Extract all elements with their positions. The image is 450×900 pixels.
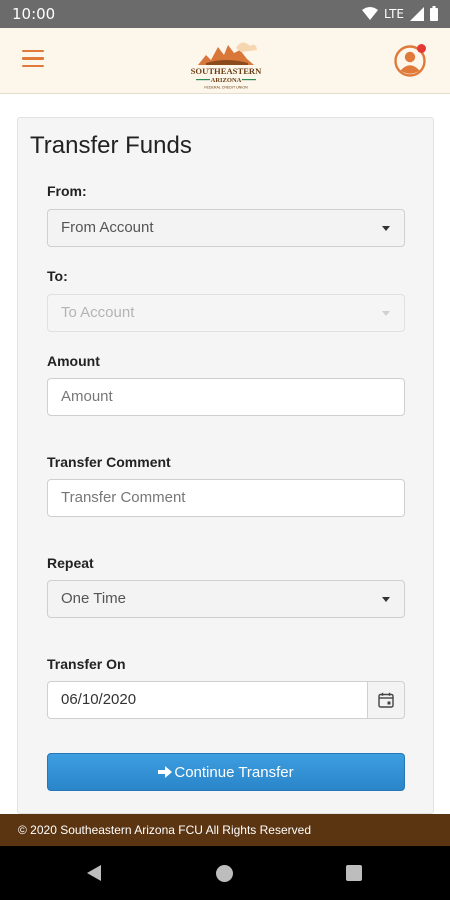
- caret-down-icon: [382, 226, 390, 231]
- continue-transfer-button[interactable]: Continue Transfer: [47, 753, 405, 791]
- arrow-right-icon: [158, 766, 173, 778]
- recents-icon[interactable]: [346, 865, 362, 881]
- transfer-on-date-group: 06/10/2020: [47, 681, 405, 719]
- copyright-text: © 2020 Southeastern Arizona FCU All Righ…: [18, 823, 311, 837]
- svg-text:SOUTHEASTERN: SOUTHEASTERN: [191, 66, 262, 76]
- repeat-select[interactable]: One Time: [47, 580, 405, 618]
- hamburger-menu-icon[interactable]: [22, 50, 44, 70]
- caret-down-icon: [382, 311, 390, 316]
- transfer-on-label: Transfer On: [47, 656, 126, 672]
- repeat-value: One Time: [61, 590, 127, 607]
- svg-text:FEDERAL CREDIT UNION: FEDERAL CREDIT UNION: [204, 86, 248, 90]
- transfer-on-date-value: 06/10/2020: [61, 691, 137, 708]
- signal-icon: [410, 6, 424, 21]
- continue-transfer-label: Continue Transfer: [174, 763, 294, 781]
- caret-down-icon: [382, 597, 390, 602]
- to-label: To:: [47, 268, 68, 284]
- from-account-value: From Account: [61, 219, 154, 236]
- from-account-select[interactable]: From Account: [47, 209, 405, 247]
- credit-union-logo: SOUTHEASTERN ARIZONA FEDERAL CREDIT UNIO…: [191, 42, 262, 90]
- wifi-icon: [362, 6, 379, 20]
- transfer-on-date-input[interactable]: 06/10/2020: [47, 681, 368, 719]
- main-content: Transfer Funds From: From Account To: To…: [0, 94, 450, 814]
- calendar-button[interactable]: [367, 681, 405, 719]
- amount-input[interactable]: Amount: [47, 378, 405, 416]
- to-account-select[interactable]: To Account: [47, 294, 405, 332]
- back-icon[interactable]: [87, 865, 101, 881]
- transfer-comment-input[interactable]: Transfer Comment: [47, 479, 405, 517]
- transfer-form-card: Transfer Funds From: From Account To: To…: [17, 117, 434, 814]
- from-label: From:: [47, 183, 87, 199]
- repeat-label: Repeat: [47, 555, 94, 571]
- status-time: 10:00: [12, 5, 56, 23]
- svg-text:ARIZONA: ARIZONA: [211, 77, 242, 84]
- transfer-comment-label: Transfer Comment: [47, 454, 171, 470]
- network-type: LTE: [384, 6, 404, 21]
- app-header: SOUTHEASTERN ARIZONA FEDERAL CREDIT UNIO…: [0, 28, 450, 94]
- status-icons: LTE: [362, 6, 438, 21]
- to-account-value: To Account: [61, 304, 135, 321]
- profile-icon[interactable]: [394, 43, 428, 77]
- page-title: Transfer Funds: [30, 132, 192, 159]
- transfer-comment-placeholder: Transfer Comment: [61, 489, 186, 506]
- android-nav-bar: [0, 846, 450, 900]
- status-bar: 10:00 LTE: [0, 0, 450, 28]
- amount-label: Amount: [47, 353, 100, 369]
- footer: © 2020 Southeastern Arizona FCU All Righ…: [0, 814, 450, 846]
- calendar-icon: [378, 692, 394, 708]
- notification-dot: [417, 44, 426, 53]
- amount-placeholder: Amount: [61, 388, 113, 405]
- home-icon[interactable]: [216, 865, 233, 882]
- battery-icon: [430, 6, 438, 21]
